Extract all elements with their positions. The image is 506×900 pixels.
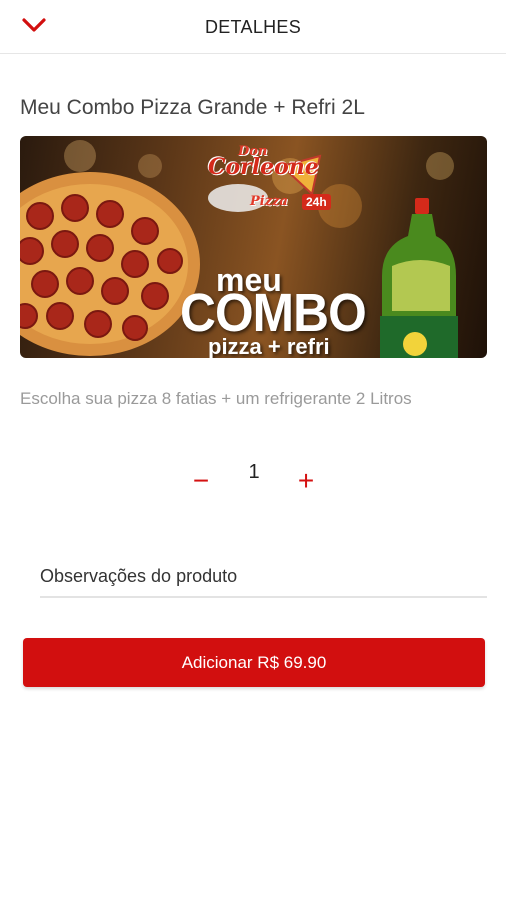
minus-icon[interactable]: −	[193, 467, 209, 495]
brand-line-2: Corleone	[208, 154, 319, 180]
app-screen: DETALHES Meu Combo Pizza Grande + Refri …	[0, 0, 506, 900]
plus-icon[interactable]: +	[298, 467, 314, 495]
page-title: DETALHES	[204, 17, 302, 37]
product-image: Don Corleone Pizza 24h meu COMBO pizza +…	[20, 136, 487, 358]
add-to-cart-button[interactable]: Adicionar R$ 69.90	[23, 638, 485, 687]
brand-logo: Don Corleone Pizza 24h	[190, 144, 340, 214]
banner-headline-sub: pizza + refri	[208, 334, 330, 358]
increase-quantity-button[interactable]: +	[291, 466, 321, 496]
product-description: Escolha sua pizza 8 fatias + um refriger…	[20, 389, 412, 408]
brand-badge: 24h	[302, 194, 331, 210]
header-bar: DETALHES	[0, 0, 506, 54]
observations-input[interactable]	[40, 556, 487, 598]
product-name: Meu Combo Pizza Grande + Refri 2L	[20, 96, 365, 119]
quantity-value: 1	[248, 461, 260, 483]
decrease-quantity-button[interactable]: −	[186, 466, 216, 496]
brand-line-3: Pizza	[250, 194, 288, 209]
